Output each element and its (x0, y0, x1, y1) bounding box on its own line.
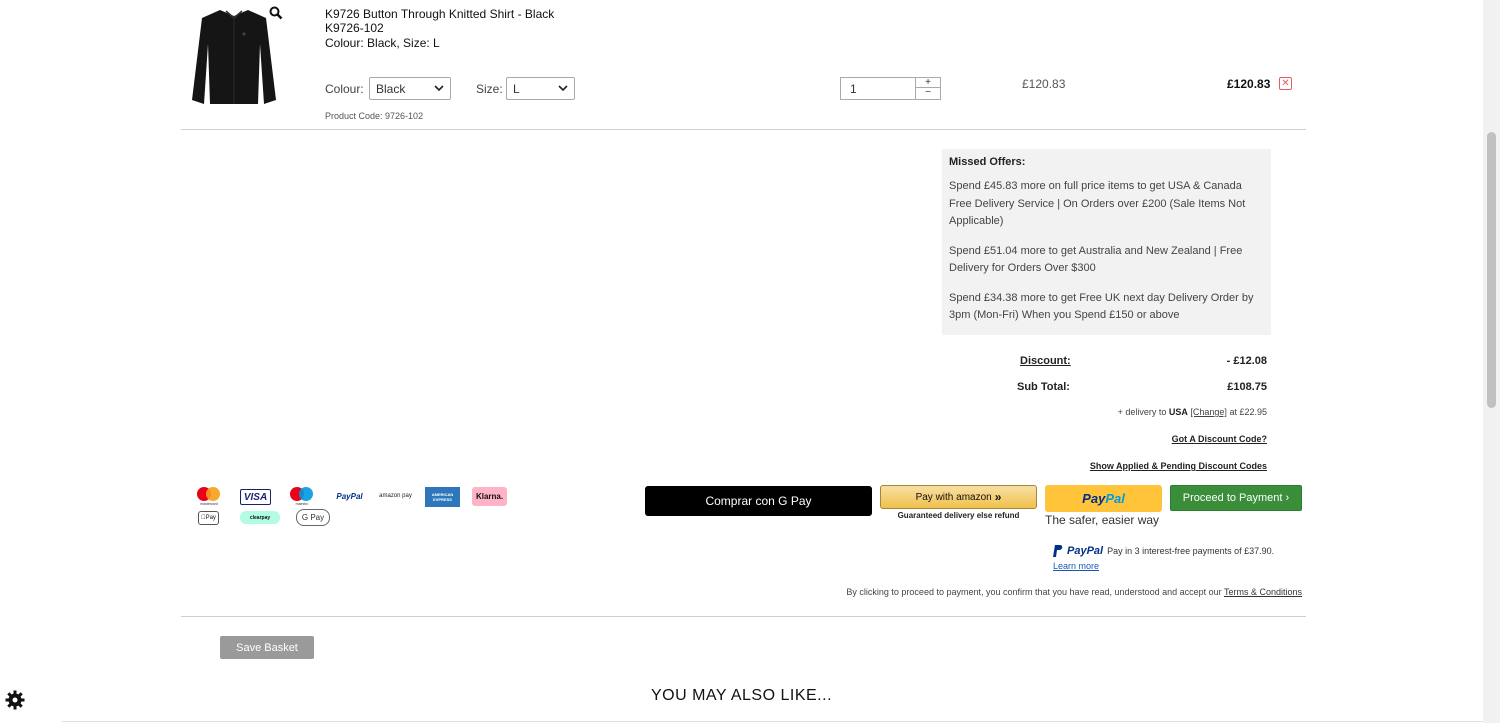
apple-pay-text: Pay (203, 515, 216, 521)
maestro-text: maestro (296, 502, 309, 506)
page-scrollbar[interactable] (1483, 0, 1500, 723)
klarna-logo: Klarna. (472, 487, 507, 506)
clearpay-logo: clearpay (240, 511, 280, 524)
mastercard-text: mastercard (200, 502, 218, 506)
amazon-pay-label: Pay with amazon (915, 491, 992, 503)
colour-label: Colour: (325, 82, 364, 96)
apple-pay-logo: Pay (198, 511, 219, 525)
delivery-prefix: + delivery to (1117, 407, 1167, 417)
missed-offers-panel: Missed Offers: Spend £45.83 more on full… (942, 149, 1271, 335)
unit-price: £120.83 (1022, 77, 1066, 91)
you-may-also-like-heading: YOU MAY ALSO LIKE... (650, 687, 833, 704)
paypal-credit-message: PayPal Pay in 3 interest-free payments o… (1053, 545, 1274, 557)
remove-item-button[interactable]: ✕ (1279, 77, 1292, 90)
paypal-pay-text: Pay (1082, 491, 1106, 506)
terms-link[interactable]: Terms & Conditions (1224, 587, 1302, 597)
discount-code-link[interactable]: Got A Discount Code? (1172, 434, 1267, 444)
product-name[interactable]: K9726 Button Through Knitted Shirt - Bla… (325, 7, 554, 21)
gear-icon[interactable] (5, 690, 25, 710)
product-sku: K9726-102 (325, 21, 384, 35)
amazon-guarantee-text: Guaranteed delivery else refund (897, 511, 1020, 520)
double-chevron-icon: » (994, 490, 1002, 504)
mastercard-logo: mastercard (194, 486, 224, 506)
qty-decrease-button[interactable]: − (916, 88, 940, 98)
colour-select[interactable]: Black (369, 77, 451, 100)
chevron-down-icon (558, 85, 568, 92)
discount-label: Discount: (1020, 355, 1071, 367)
paypal-icon (1053, 545, 1063, 557)
subtotal-label: Sub Total: (1017, 381, 1070, 393)
amex-logo: AMERICAN EXPRESS (425, 487, 460, 507)
line-total: £120.83 (1227, 77, 1271, 91)
applied-codes-link[interactable]: Show Applied & Pending Discount Codes (1090, 461, 1267, 471)
maestro-logo: maestro (287, 486, 317, 506)
missed-offers-title: Missed Offers: (949, 156, 1026, 168)
missed-offer-item: Spend £45.83 more on full price items to… (949, 180, 1246, 227)
colour-select-value: Black (376, 82, 406, 96)
save-basket-button[interactable]: Save Basket (220, 636, 314, 659)
google-pay-logo: G Pay (296, 509, 330, 526)
paypal-tagline: The safer, easier way (1045, 513, 1160, 527)
paypal-credit-brand: PayPal (1067, 545, 1104, 557)
product-image[interactable] (186, 4, 282, 108)
missed-offer-item: Spend £51.04 more to get Australia and N… (949, 244, 1243, 275)
terms-notice: By clicking to proceed to payment, you c… (846, 587, 1302, 597)
discount-value: - £12.08 (1226, 355, 1267, 367)
proceed-to-payment-button[interactable]: Proceed to Payment › (1170, 485, 1302, 511)
delivery-cost: at £22.95 (1229, 407, 1267, 417)
quantity-input[interactable]: 1 (850, 82, 857, 96)
paypal-pal-text: Pal (1105, 491, 1125, 506)
google-pay-button[interactable]: Comprar con G Pay (645, 486, 872, 516)
visa-logo: VISA (240, 489, 271, 505)
delivery-country: USA (1168, 407, 1188, 417)
size-select[interactable]: L (506, 77, 575, 100)
terms-text: By clicking to proceed to payment, you c… (846, 587, 1222, 597)
chevron-down-icon (434, 85, 444, 92)
quantity-stepper[interactable]: 1 + − (840, 77, 941, 100)
size-label: Size: (476, 82, 503, 96)
product-code: Product Code: 9726-102 (325, 111, 424, 121)
paypal-button[interactable]: Pay Pal (1045, 485, 1162, 512)
amazon-pay-logo: amazon pay (379, 493, 412, 499)
subtotal-value: £108.75 (1227, 381, 1267, 393)
size-select-value: L (513, 82, 520, 96)
scrollbar-thumb[interactable] (1487, 132, 1496, 408)
paypal-logo: PayPal (336, 491, 363, 501)
divider (181, 616, 1306, 617)
missed-offer-item: Spend £34.38 more to get Free UK next da… (949, 291, 1254, 322)
delivery-info: + delivery to USA [Change] at £22.95 (1118, 407, 1267, 417)
divider (62, 721, 1483, 722)
paypal-credit-text: Pay in 3 interest-free payments of £37.9… (1107, 546, 1275, 556)
product-variant: Colour: Black, Size: L (325, 36, 440, 50)
change-delivery-link[interactable]: [Change] (1190, 407, 1227, 417)
zoom-icon[interactable] (269, 6, 283, 20)
paypal-learn-more-link[interactable]: Learn more (1053, 561, 1099, 571)
amazon-pay-button[interactable]: Pay with amazon » (880, 485, 1037, 509)
divider (181, 129, 1306, 130)
